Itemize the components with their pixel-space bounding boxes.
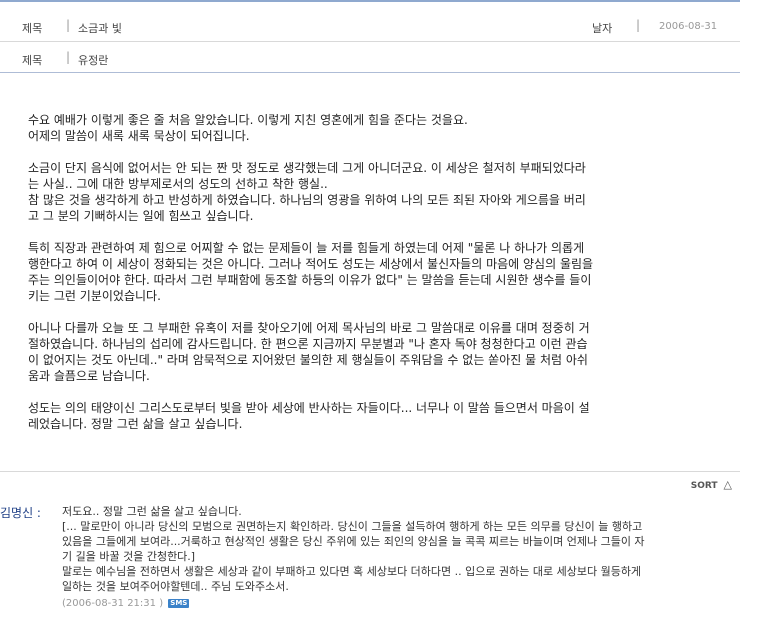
post-title: 소금과 빛 [78,22,122,35]
comment-line: 기 길을 바꿀 것을 간청한다.] [62,550,196,563]
article-line: 고 그 분의 기뻐하시는 일에 힘쓰고 싶습니다. [28,209,254,223]
comment-author[interactable]: 김명신 : [0,504,41,521]
article-paragraph: 특히 직장과 관련하여 제 힘으로 어찌할 수 없는 문제들이 늘 저를 힘들게… [28,240,734,304]
comment-line: 있음을 그들에게 보여라...거룩하고 현상적인 생활은 당신 주위에 있는 죄… [62,535,645,548]
title-row: 제목 | 소금과 빛 날자 | 2006-08-31 [0,14,740,38]
article-paragraph: 수요 예배가 이렇게 좋은 줄 처음 알았습니다. 이렇게 지친 영혼에게 힘을… [28,112,734,144]
article-line: 키는 그런 기분이었습니다. [28,289,161,303]
author-separator: | [66,50,71,64]
article-paragraph: 소금이 단지 음식에 없어서는 안 되는 짠 맛 정도로 생각했는데 그게 아니… [28,160,734,224]
article-line: 아니나 다를까 오늘 또 그 부패한 유혹이 저를 찾아오기에 어제 목사님의 … [28,321,590,335]
date-label: 날자 [592,22,613,35]
sms-badge[interactable]: SMS [168,598,190,608]
sort-label: SORT [690,481,718,491]
comment-body: 저도요.. 정말 그런 삶을 살고 싶습니다. [... 말로만이 아니라 당신의… [62,504,742,611]
article-line: 레었습니다. 정말 그런 삶을 살고 싶습니다. [28,417,243,431]
divider [0,72,740,73]
title-separator: | [66,18,71,32]
author-label: 제목 [22,54,43,67]
article-body: 수요 예배가 이렇게 좋은 줄 처음 알았습니다. 이렇게 지친 영혼에게 힘을… [28,112,734,448]
date-separator: | [636,18,641,32]
article-line: 특히 직장과 관련하여 제 힘으로 어찌할 수 없는 문제들이 늘 저를 힘들게… [28,241,585,255]
article-line: 절하였습니다. 하나님의 섭리에 감사드립니다. 한 편으론 지금까지 무분별과… [28,337,588,351]
article-line: 수요 예배가 이렇게 좋은 줄 처음 알았습니다. 이렇게 지친 영혼에게 힘을… [28,113,468,127]
author-row: 제목 | 유정란 [0,46,740,70]
triangle-up-icon: △ [723,478,732,491]
comment-line: 말로는 예수님을 전하면서 생활은 세상과 같이 부패하고 있다면 혹 세상보다… [62,565,642,578]
top-border [0,0,740,2]
comment-meta: (2006-08-31 21:31 ) SMS [62,596,742,611]
comment-line: [... 말로만이 아니라 당신의 모범으로 권면하는지 확인하라. 당신이 그… [62,520,643,533]
article-line: 움과 슬픔으로 남습니다. [28,369,150,383]
article-line: 주는 의인들이어야 한다. 따라서 그런 부패함에 동조할 하등의 이유가 없다… [28,273,592,287]
comment-line: 저도요.. 정말 그런 삶을 살고 싶습니다. [62,505,242,518]
post-date: 2006-08-31 [659,21,718,32]
divider [0,41,740,42]
sort-button[interactable]: SORT △ [691,478,732,491]
article-line: 행한다고 하여 이 세상이 정화되는 것은 아니다. 그러나 적어도 성도는 세… [28,257,594,271]
article-line: 는 사실.. 그에 대한 방부제로서의 성도의 선하고 착한 행실.. [28,177,328,191]
article-paragraph: 성도는 의의 태양이신 그리스도로부터 빛을 받아 세상에 반사하는 자들이다.… [28,400,734,432]
article-line: 성도는 의의 태양이신 그리스도로부터 빛을 받아 세상에 반사하는 자들이다.… [28,401,590,415]
article-line: 참 많은 것을 생각하게 하고 반성하게 하였습니다. 하나님의 영광을 위하여… [28,193,586,207]
article-line: 이 없어지는 것도 아닌데.." 라며 암묵적으로 지어왔던 불의한 제 행실들… [28,353,588,367]
comment-line: 일하는 것을 보여주어야할텐데.. 주님 도와주소서. [62,580,289,593]
comment-timestamp: (2006-08-31 21:31 ) [62,598,164,609]
post-author: 유정란 [78,54,109,67]
title-label: 제목 [22,22,43,35]
sort-bar: SORT △ [0,471,740,496]
article-line: 어제의 말씀이 새록 새록 묵상이 되어집니다. [28,129,250,143]
article-line: 소금이 단지 음식에 없어서는 안 되는 짠 맛 정도로 생각했는데 그게 아니… [28,161,586,175]
article-paragraph: 아니나 다를까 오늘 또 그 부패한 유혹이 저를 찾아오기에 어제 목사님의 … [28,320,734,384]
